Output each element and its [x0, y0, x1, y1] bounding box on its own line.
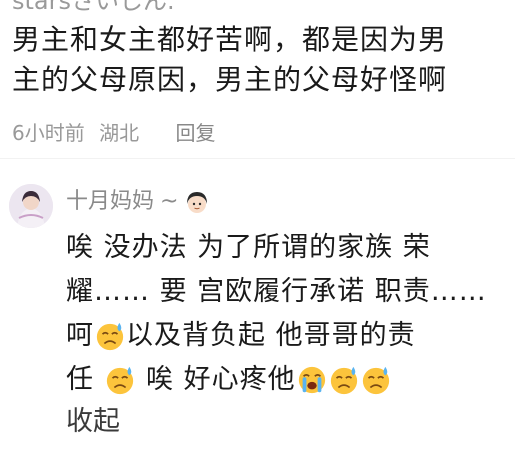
sweat-sad-emoji — [95, 321, 125, 351]
comment-meta: 6小时前 湖北 回复 — [12, 118, 215, 148]
truncated-comment-fragment: starsさいしん. — [12, 0, 175, 15]
avatar[interactable] — [9, 184, 53, 228]
comment-text-segment: 唉 好心疼他 — [146, 364, 296, 395]
comment-text-line: 呵 以及背负起 他哥哥的责 — [66, 314, 506, 358]
comment-username[interactable]: 十月妈妈 ~ — [66, 186, 210, 218]
girl-emoji — [184, 189, 210, 215]
comment-text-line: 男主和女主都好苦啊，都是因为男 — [12, 23, 448, 56]
comment-text-line: 唉 没办法 为了所谓的家族 荣 — [66, 226, 506, 270]
loudly-crying-emoji — [297, 365, 327, 395]
comment-text: 男主和女主都好苦啊，都是因为男 主的父母原因，男主的父母好怪啊 — [12, 20, 502, 100]
avatar-image — [9, 184, 53, 228]
sweat-sad-emoji — [329, 365, 359, 395]
username-text: 十月妈妈 — [66, 189, 155, 214]
divider — [0, 158, 515, 159]
username-tilde: ~ — [160, 189, 179, 214]
comment-location: 湖北 — [99, 121, 140, 145]
collapse-button[interactable]: 收起 — [66, 400, 120, 444]
sweat-sad-emoji — [105, 365, 135, 395]
comment-text: 唉 没办法 为了所谓的家族 荣 耀…… 要 宫欧履行承诺 职责…… 呵 以及背负… — [66, 226, 506, 402]
reply-button[interactable]: 回复 — [175, 121, 215, 145]
comment-text-line: 任 唉 好心疼他 — [66, 358, 506, 402]
comment-text-segment: 呵 — [66, 320, 94, 351]
comment-time: 6小时前 — [12, 121, 85, 145]
comment-text-segment: 耀…… 要 宫欧履行承诺 职责…… — [66, 276, 487, 307]
comment-text-line: 主的父母原因，男主的父母好怪啊 — [12, 63, 448, 96]
sweat-sad-emoji — [361, 365, 391, 395]
comment-text-line: 耀…… 要 宫欧履行承诺 职责…… — [66, 270, 506, 314]
comment-text-segment: 以及背负起 他哥哥的责 — [126, 320, 416, 351]
comment-text-segment: 唉 没办法 为了所谓的家族 荣 — [66, 232, 431, 263]
comment-text-segment: 任 — [66, 364, 94, 395]
